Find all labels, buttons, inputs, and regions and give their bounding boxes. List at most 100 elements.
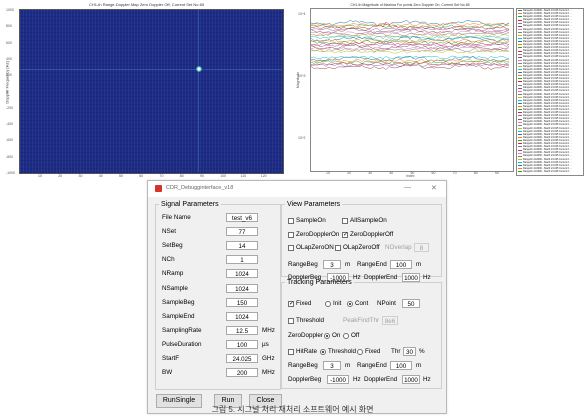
npoint-input[interactable]: 50 bbox=[402, 299, 420, 308]
thr-input[interactable]: 30 bbox=[403, 347, 416, 356]
view-parameters-legend: View Parameters bbox=[287, 201, 341, 208]
sample-on-checkbox[interactable] bbox=[288, 218, 294, 224]
figure-caption: 그림 5. 시그널 처리 재처리 소프트웨어 예시 화면 bbox=[211, 405, 374, 414]
magnitude-lines bbox=[310, 20, 510, 70]
signal-param-unit: MHz bbox=[262, 369, 275, 377]
peakfind-label: PeakFindThr bbox=[343, 317, 380, 324]
fig1-ytick: -600 bbox=[6, 138, 14, 143]
noverlap-label: NOverlap bbox=[385, 244, 412, 251]
all-sample-on-checkbox[interactable] bbox=[342, 218, 348, 224]
fig1-xtick: 70 bbox=[159, 174, 164, 178]
fig2-xtick: 40 bbox=[389, 171, 394, 175]
hitrate-fixed-radio[interactable] bbox=[357, 349, 363, 355]
magnitude-series-line bbox=[310, 30, 510, 35]
signal-param-label: NCh bbox=[162, 256, 175, 264]
view-range-beg-input[interactable]: 3 bbox=[323, 260, 341, 269]
hitrate-threshold-radio[interactable] bbox=[320, 349, 326, 355]
fig1-xtick: 30 bbox=[78, 174, 83, 178]
zero-doppler-off-radio-label: Off bbox=[351, 332, 360, 339]
fig1-ytick: 800 bbox=[6, 24, 12, 29]
fig2-ylabel: Magnitude bbox=[296, 71, 301, 89]
signal-param-input[interactable]: test_v6 bbox=[226, 213, 258, 222]
signal-param-input[interactable]: 150 bbox=[226, 297, 258, 307]
signal-param-input[interactable]: 1024 bbox=[226, 311, 258, 321]
zero-doppler-off-radio[interactable] bbox=[343, 333, 349, 339]
zero-doppler-on-label: ZeroDopplerOn bbox=[296, 231, 340, 238]
fig1-xtick: 40 bbox=[98, 174, 103, 178]
tracking-parameters-legend: Tracking Parameters bbox=[287, 279, 352, 286]
signal-param-unit: μs bbox=[262, 340, 269, 348]
legend-swatch bbox=[518, 171, 522, 173]
minimize-icon[interactable]: — bbox=[404, 184, 411, 191]
signal-param-input[interactable]: 1024 bbox=[226, 269, 258, 279]
track-range-end-unit: m bbox=[416, 362, 422, 369]
magnitude-series-line bbox=[310, 58, 510, 63]
fig1-xtick: 20 bbox=[58, 174, 63, 178]
magnitude-legend: Range0m 0x3000...StartF 24.025 Current 0… bbox=[516, 8, 584, 176]
olap-zero-on-label: OLapZeroON bbox=[296, 244, 334, 251]
zero-doppler-label: ZeroDoppler bbox=[288, 332, 323, 339]
signal-param-input[interactable]: 200 bbox=[226, 368, 258, 378]
zero-doppler-on-radio[interactable] bbox=[324, 333, 330, 339]
olap-zero-off-checkbox[interactable] bbox=[335, 245, 341, 251]
magnitude-series-line bbox=[310, 22, 510, 27]
olap-zero-on-checkbox[interactable] bbox=[288, 245, 294, 251]
zero-doppler-on-radio-label: On bbox=[332, 332, 341, 339]
tracking-fixed-label: Fixed bbox=[296, 300, 312, 307]
signal-param-label: NRamp bbox=[162, 270, 184, 278]
hitrate-checkbox[interactable] bbox=[288, 349, 294, 355]
fig2-xlabel: Index bbox=[406, 174, 415, 178]
fig1-xtick: 100 bbox=[220, 174, 227, 178]
init-radio[interactable] bbox=[325, 301, 331, 307]
track-range-end-input[interactable]: 100 bbox=[390, 361, 412, 370]
track-doppler-end-input[interactable]: 1000 bbox=[402, 375, 420, 384]
fig1-xtick: 10 bbox=[38, 174, 42, 178]
signal-param-input[interactable]: 100 bbox=[226, 339, 258, 349]
signal-param-label: BW bbox=[162, 369, 173, 377]
fig2-xtick: 60 bbox=[431, 171, 436, 175]
fig1-xtick: 90 bbox=[200, 174, 204, 178]
signal-param-input[interactable]: 1 bbox=[226, 255, 258, 265]
threshold-checkbox[interactable] bbox=[288, 318, 294, 324]
view-range-end-label: RangeEnd bbox=[357, 261, 387, 268]
signal-param-label: NSample bbox=[162, 284, 188, 292]
fig1-xtick: 120 bbox=[260, 174, 267, 178]
peakfind-input[interactable]: 8e6 bbox=[382, 316, 398, 325]
fig2-xtick: 20 bbox=[347, 171, 352, 175]
hitrate-label: HitRate bbox=[296, 348, 317, 355]
target-vertical-streak bbox=[198, 9, 199, 172]
track-range-beg-input[interactable]: 3 bbox=[323, 361, 341, 370]
magnitude-series-line bbox=[311, 32, 510, 36]
cont-radio[interactable] bbox=[347, 301, 353, 307]
thr-label: Thr bbox=[391, 348, 401, 355]
zero-doppler-on-checkbox[interactable] bbox=[288, 232, 294, 238]
signal-param-label: StartF bbox=[162, 355, 180, 362]
npoint-label: NPoint bbox=[377, 300, 396, 307]
signal-param-label: NSet bbox=[162, 228, 176, 236]
init-label: Init bbox=[333, 300, 342, 307]
fig1-xtick: 110 bbox=[240, 174, 247, 178]
signal-param-input[interactable]: 12.5 bbox=[226, 325, 258, 335]
signal-param-input[interactable]: 77 bbox=[226, 227, 258, 237]
magnitude-series-line bbox=[310, 34, 510, 38]
signal-param-label: SetBeg bbox=[162, 242, 183, 250]
tracking-fixed-checkbox[interactable]: ✓ bbox=[288, 301, 294, 307]
signal-param-input[interactable]: 24.025 bbox=[226, 354, 258, 363]
window-titlebar[interactable]: CDR_Debugginterface_v18 — ✕ bbox=[148, 181, 446, 197]
signal-param-input[interactable]: 1024 bbox=[226, 283, 258, 293]
signal-param-unit: MHz bbox=[262, 326, 275, 334]
view-range-beg-unit: m bbox=[345, 261, 351, 268]
fig1-xtick: 50 bbox=[119, 174, 123, 178]
close-icon[interactable]: ✕ bbox=[431, 184, 437, 192]
zero-doppler-off-checkbox[interactable]: ✓ bbox=[342, 232, 348, 238]
fig1-xtick: 60 bbox=[139, 174, 144, 178]
noverlap-input[interactable]: 8 bbox=[414, 243, 429, 252]
track-doppler-beg-input[interactable]: -1000 bbox=[327, 375, 349, 384]
hitrate-threshold-label: Threshold bbox=[328, 348, 357, 355]
olap-zero-off-label: OLapZeroOff bbox=[343, 244, 380, 251]
view-range-end-input[interactable]: 100 bbox=[390, 260, 412, 269]
fig1-title: CH1-th Range-Doppler Map Zero Doppler Of… bbox=[88, 2, 205, 7]
track-range-beg-label: RangeBeg bbox=[288, 362, 318, 369]
signal-param-input[interactable]: 14 bbox=[226, 241, 258, 251]
legend-label: Range0m 0x3000...StartF 24.025 Current 0… bbox=[523, 169, 572, 173]
